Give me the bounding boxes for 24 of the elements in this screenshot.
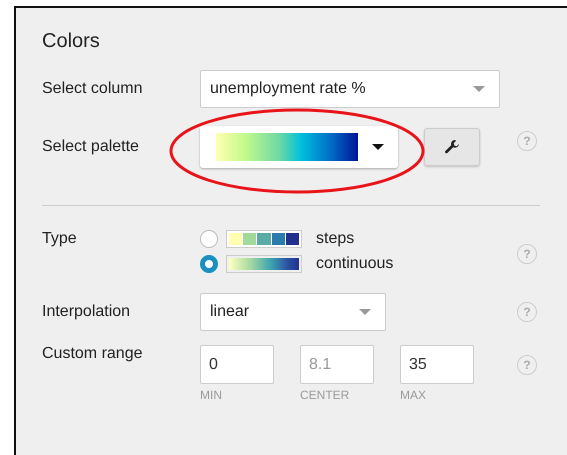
field-label: Select column	[42, 80, 144, 98]
field-label: Type	[42, 230, 78, 248]
palette-select[interactable]	[200, 126, 398, 168]
field-label: Select palette	[42, 138, 140, 156]
field-label: Interpolation	[42, 303, 132, 321]
radio-button[interactable]	[200, 255, 218, 273]
option-label: continuous	[316, 255, 394, 273]
edit-palette-button[interactable]	[424, 128, 480, 166]
option-label: steps	[316, 230, 354, 248]
wrench-icon	[444, 139, 460, 155]
number-field[interactable]: 35	[400, 345, 474, 384]
number-field[interactable]: 0	[200, 345, 274, 384]
interpolation-select[interactable]: linear	[200, 293, 386, 331]
radio-button[interactable]	[200, 230, 218, 248]
field-caption: MAX	[400, 388, 428, 402]
caret-icon	[473, 86, 485, 92]
caret-icon	[359, 309, 371, 315]
number-field[interactable]: 8.1	[300, 345, 374, 384]
field-caption: MIN	[200, 388, 223, 402]
section-title: Colors	[42, 30, 101, 54]
caret-icon	[372, 144, 384, 150]
column-select[interactable]: unemployment rate %	[200, 70, 500, 108]
field-label: Custom range	[42, 345, 144, 363]
field-caption: CENTER	[300, 388, 350, 402]
